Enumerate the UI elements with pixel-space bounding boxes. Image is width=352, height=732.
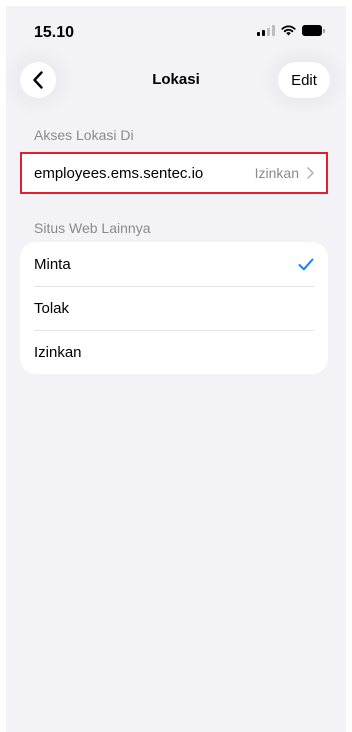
option-minta[interactable]: Minta xyxy=(20,242,328,286)
option-label: Minta xyxy=(34,255,71,273)
battery-icon xyxy=(302,25,325,36)
site-permission-value: Izinkan xyxy=(254,165,299,181)
option-label: Tolak xyxy=(34,299,70,317)
other-sites-section-header: Situs Web Lainnya xyxy=(34,220,151,236)
edit-button[interactable]: Edit xyxy=(278,62,330,98)
other-sites-card: Minta Tolak Izinkan xyxy=(20,242,328,374)
signal-icon xyxy=(257,25,275,36)
wifi-icon xyxy=(281,25,296,36)
nav-bar: Lokasi Edit xyxy=(6,58,346,102)
option-izinkan[interactable]: Izinkan xyxy=(20,330,328,374)
screen: 15.10 Lokasi Edit Akses Lokasi Di employ… xyxy=(6,6,346,732)
checkmark-icon xyxy=(298,258,314,270)
option-label: Izinkan xyxy=(34,343,82,361)
site-domain: employees.ems.sentec.io xyxy=(34,164,204,182)
option-tolak[interactable]: Tolak xyxy=(20,286,328,330)
access-section-header: Akses Lokasi Di xyxy=(34,127,134,143)
status-icons xyxy=(257,25,325,36)
site-row-employees[interactable]: employees.ems.sentec.io Izinkan xyxy=(20,152,328,194)
status-bar: 15.10 xyxy=(6,6,346,56)
chevron-right-icon xyxy=(307,167,314,179)
status-time: 15.10 xyxy=(34,24,75,41)
